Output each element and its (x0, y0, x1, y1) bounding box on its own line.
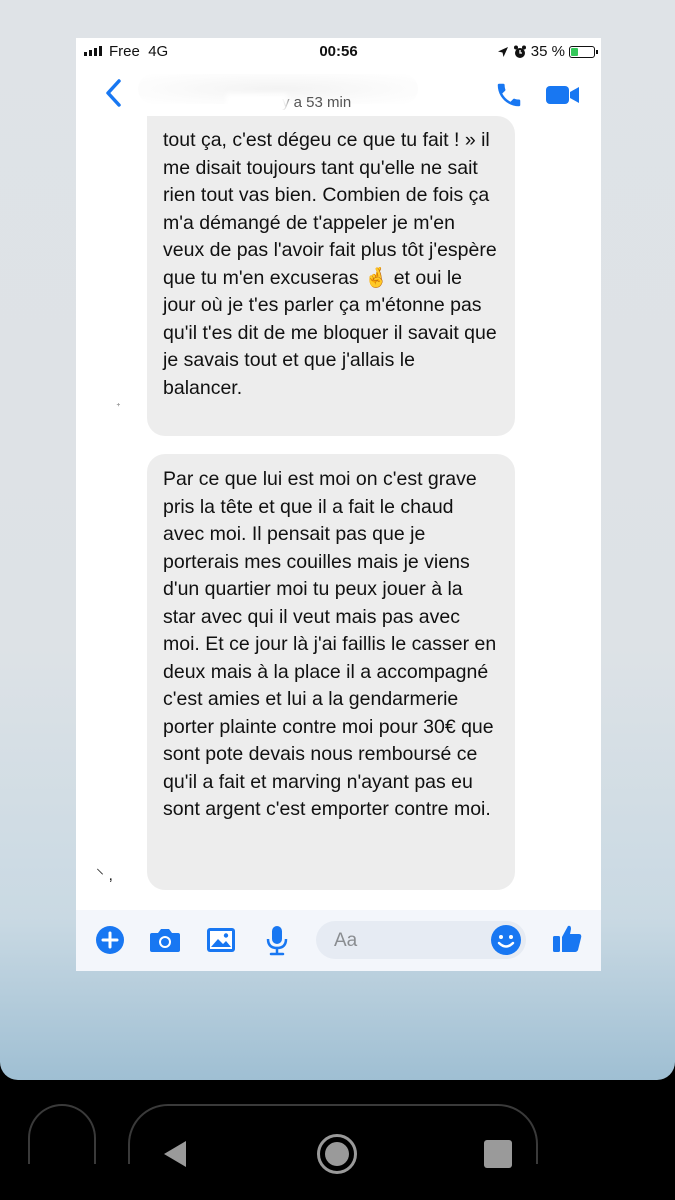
composer-bar: Aa (76, 910, 601, 971)
nav-home-icon[interactable] (316, 1133, 358, 1175)
story-background: Free 4G 00:56 35 % y a 53 min tout ça, c… (0, 0, 675, 1080)
status-bar: Free 4G 00:56 35 % (76, 38, 601, 66)
message-input-placeholder: Aa (334, 930, 358, 951)
plus-icon[interactable] (95, 925, 125, 955)
message-bubble[interactable]: tout ça, c'est dégeu ce que tu fait ! » … (147, 116, 515, 436)
status-right: 35 % (497, 43, 598, 60)
messenger-screenshot: Free 4G 00:56 35 % y a 53 min tout ça, c… (76, 38, 601, 971)
presence-redaction (226, 94, 288, 114)
android-navigation-bar (0, 1080, 675, 1200)
battery-level (571, 47, 579, 56)
back-icon[interactable] (104, 78, 124, 108)
story-reply-field-outline (28, 1104, 96, 1164)
video-camera-icon[interactable] (544, 80, 582, 110)
thumbs-up-icon[interactable] (550, 922, 584, 956)
phone-icon[interactable] (494, 80, 524, 110)
nav-recents-icon[interactable] (482, 1138, 514, 1170)
microphone-icon[interactable] (264, 924, 290, 956)
message-bubble[interactable]: Par ce que lui est moi on c'est grave pr… (147, 454, 515, 890)
alarm-icon (513, 45, 526, 58)
seen-indicator: ᐩ (116, 400, 121, 414)
nav-back-icon[interactable] (160, 1138, 190, 1170)
avatar: ⸌ , (96, 867, 113, 884)
emoji-icon[interactable] (490, 924, 522, 956)
image-icon[interactable] (205, 925, 237, 955)
battery-icon (569, 45, 598, 58)
location-icon (497, 46, 508, 57)
battery-percent: 35 % (530, 43, 565, 60)
camera-icon[interactable] (148, 925, 182, 955)
presence-status: y a 53 min (282, 94, 352, 111)
